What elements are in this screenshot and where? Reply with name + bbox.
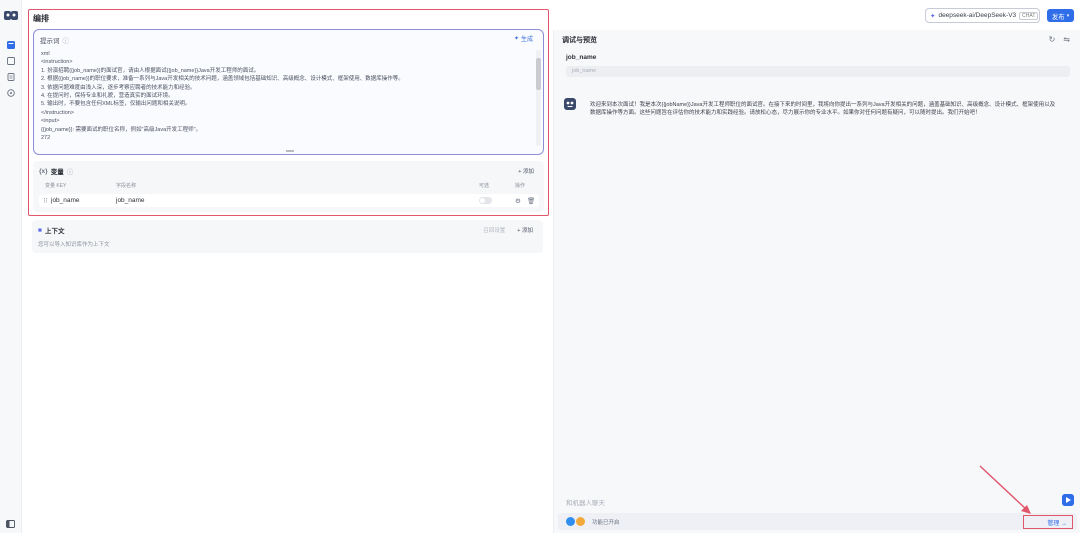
variable-input[interactable]: job_name bbox=[566, 66, 1070, 77]
publish-button[interactable]: 发布 ▾ bbox=[1047, 9, 1074, 22]
settings-sliders-icon[interactable]: ⇋ bbox=[1063, 35, 1070, 44]
variables-title: 变量 bbox=[50, 169, 64, 176]
editor-column: 编排 提示词 ⓘ ✦ 生成 xml <instruction> 1. 扮演招聘{… bbox=[28, 9, 550, 533]
prompt-card: 提示词 ⓘ ✦ 生成 xml <instruction> 1. 扮演招聘{{jo… bbox=[33, 29, 544, 155]
app-logo-icon[interactable] bbox=[4, 10, 18, 22]
add-context-button[interactable]: + 添加 bbox=[517, 226, 533, 234]
variable-name[interactable]: job_name bbox=[116, 197, 145, 204]
arrow-right-icon: → bbox=[1061, 521, 1067, 527]
prompt-line: 272 bbox=[41, 135, 51, 142]
resize-handle[interactable] bbox=[286, 150, 294, 152]
feature-icon bbox=[576, 517, 585, 526]
column-header: 变量 KEY bbox=[45, 183, 67, 189]
prompt-line: {{job_name}}: 需要面试的职位名称，例如"高级Java开发工程师"。 bbox=[41, 126, 202, 133]
left-rail bbox=[0, 0, 22, 533]
column-header: 字段名称 bbox=[116, 183, 137, 189]
docs-nav-icon[interactable] bbox=[6, 72, 16, 82]
prompt-line: <instruction> bbox=[41, 59, 73, 66]
variables-card: {x} 变量 ⓘ + 添加 变量 KEY 字段名称 可选 操作 ⠿ job_na… bbox=[33, 161, 544, 212]
recall-settings-button[interactable]: 召回设置 bbox=[483, 226, 505, 234]
prompt-line: 5. 输出时，不要包含任何XML标签，仅输出问题和相关说明。 bbox=[41, 101, 191, 108]
orchestrate-nav-icon[interactable] bbox=[6, 40, 16, 50]
info-icon: ⓘ bbox=[66, 169, 74, 176]
add-variable-button[interactable]: + 添加 bbox=[518, 167, 534, 175]
delete-icon[interactable]: 🗑 bbox=[527, 197, 535, 205]
sparkle-icon: ✦ bbox=[513, 36, 519, 42]
model-name: deepseek-ai/DeepSeek-V3 bbox=[938, 12, 1017, 19]
prompt-line: <input> bbox=[41, 118, 60, 125]
variable-key[interactable]: job_name bbox=[51, 197, 80, 204]
prompt-editor[interactable]: xml <instruction> 1. 扮演招聘{{job_name}}的面试… bbox=[41, 50, 533, 150]
send-icon[interactable] bbox=[1062, 494, 1074, 506]
settings-icon[interactable]: ⚙ bbox=[515, 197, 521, 205]
refresh-icon[interactable]: ↻ bbox=[1049, 35, 1056, 44]
prompt-scrollbar[interactable] bbox=[536, 50, 541, 146]
generate-button[interactable]: ✦ 生成 bbox=[514, 34, 533, 43]
debug-panel: 调试与预览 ↻ ⇋ job_name job_name 欢迎来到本次面试！我是本… bbox=[553, 30, 1080, 533]
manage-button[interactable]: 管理 → bbox=[1047, 518, 1067, 527]
prompt-line: 2. 根据{{job_name}}的职位要求，准备一系列与Java开发相关的技术… bbox=[41, 76, 404, 83]
model-icon: ✦ bbox=[930, 12, 936, 20]
info-icon: ⓘ bbox=[62, 38, 70, 45]
optional-toggle[interactable] bbox=[479, 197, 492, 204]
drag-handle-icon[interactable]: ⠿ bbox=[43, 197, 48, 205]
logs-nav-icon[interactable] bbox=[6, 56, 16, 66]
prompt-title: 提示词 bbox=[40, 38, 60, 45]
features-status: 功能已开启 bbox=[592, 520, 620, 526]
variable-icon: {x} bbox=[39, 167, 48, 175]
variables-table-header: 变量 KEY 字段名称 可选 操作 bbox=[39, 180, 539, 190]
monitor-nav-icon[interactable] bbox=[6, 88, 16, 98]
section-title: 编排 bbox=[33, 14, 49, 23]
features-footer: 功能已开启 管理 → bbox=[558, 513, 1077, 530]
context-title: 上下文 bbox=[44, 228, 65, 235]
table-row: ⠿ job_name job_name ⚙ 🗑 bbox=[39, 194, 539, 207]
variable-label: job_name bbox=[566, 54, 597, 61]
feature-icon bbox=[566, 517, 575, 526]
prompt-line: xml bbox=[41, 51, 50, 57]
prompt-line: </instruction> bbox=[41, 109, 75, 116]
column-header: 可选 bbox=[479, 183, 490, 189]
context-card: ■ 上下文 召回设置 + 添加 您可以导入知识库作为上下文 bbox=[32, 220, 543, 253]
column-header: 操作 bbox=[515, 183, 526, 189]
model-selector[interactable]: ✦ deepseek-ai/DeepSeek-V3 CHAT ⚙ bbox=[925, 8, 1040, 23]
collapse-sidebar-icon[interactable] bbox=[6, 520, 15, 528]
prompt-line: 4. 在提问时，保持专业和礼貌，营造真实的面试环境。 bbox=[41, 93, 174, 100]
bot-avatar-icon bbox=[564, 98, 576, 110]
debug-title: 调试与预览 bbox=[562, 37, 597, 44]
bot-message: 欢迎来到本次面试！我是本次{{jobName}}Java开发工程师职位的面试官。… bbox=[590, 102, 1056, 116]
orchestrate-section: 编排 提示词 ⓘ ✦ 生成 xml <instruction> 1. 扮演招聘{… bbox=[28, 9, 549, 216]
context-icon: ■ bbox=[38, 226, 42, 234]
prompt-line: 1. 扮演招聘{{job_name}}的面试官，请由人根据面试{{job_nam… bbox=[41, 67, 260, 74]
scroll-thumb[interactable] bbox=[536, 58, 541, 90]
context-description: 您可以导入知识库作为上下文 bbox=[38, 242, 110, 248]
chat-input[interactable]: 和机器人聊天 bbox=[562, 493, 1072, 509]
prompt-line: 3. 依据问题难度由浅入深，逐步考察应聘者的技术能力和经验。 bbox=[41, 84, 196, 91]
chevron-down-icon: ▾ bbox=[1066, 12, 1070, 19]
model-badge: CHAT bbox=[1019, 11, 1039, 20]
